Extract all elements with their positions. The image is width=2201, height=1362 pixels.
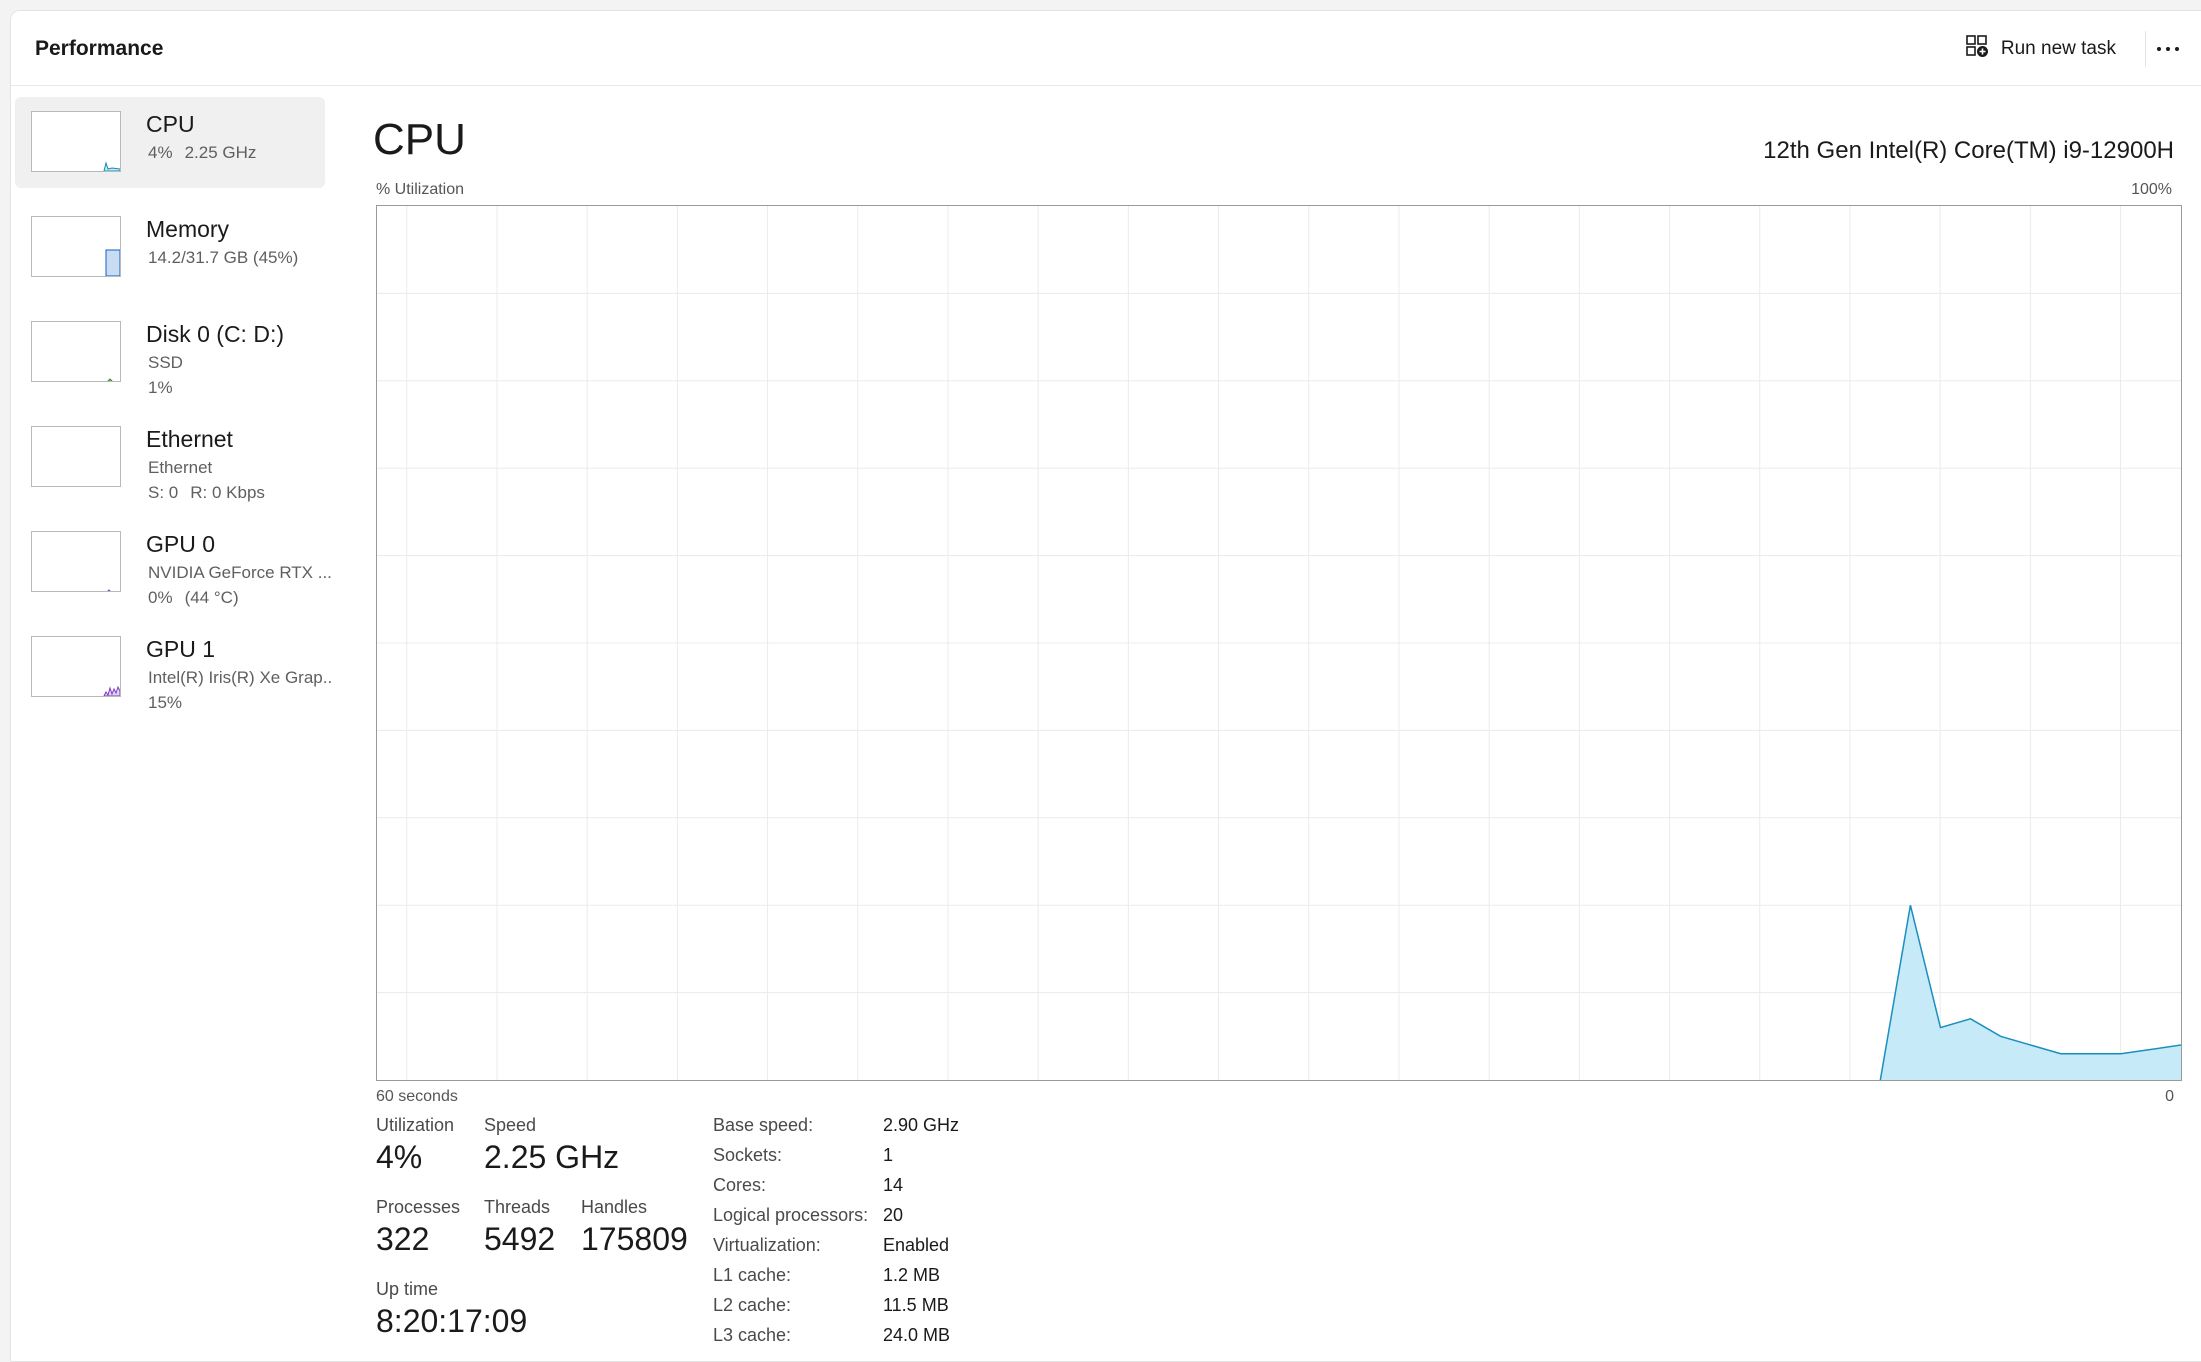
main-title: CPU <box>373 115 466 165</box>
sidebar-item-cpu[interactable]: CPU 4%2.25 GHz <box>15 97 325 188</box>
speed-value: 2.25 GHz <box>484 1139 619 1176</box>
sidebar-item-sub: Ethernet <box>148 458 212 478</box>
cpu-utilization-graph <box>376 205 2182 1081</box>
threads-label: Threads <box>484 1197 550 1218</box>
disk-thumbnail <box>31 321 121 382</box>
sidebar-item-sub2: 15% <box>148 693 182 713</box>
title-bar: Performance Run new task <box>11 11 2201 86</box>
cpu-model-name: 12th Gen Intel(R) Core(TM) i9-12900H <box>1763 137 2174 165</box>
ethernet-thumbnail <box>31 426 121 487</box>
sidebar-item-sub: Intel(R) Iris(R) Xe Grap... <box>148 668 333 688</box>
gpu0-thumbnail <box>31 531 121 592</box>
page-title: Performance <box>35 37 163 61</box>
cpu-thumbnail <box>31 111 121 172</box>
run-task-icon <box>1965 34 1989 64</box>
sidebar-item-sub: SSD <box>148 353 183 373</box>
x-axis-left-label: 60 seconds <box>376 1088 458 1106</box>
sidebar-item-gpu-1[interactable]: GPU 1 Intel(R) Iris(R) Xe Grap... 15% <box>15 622 325 713</box>
more-options-button[interactable] <box>2145 31 2190 67</box>
sidebar-item-sub2: 0%(44 °C) <box>148 588 239 608</box>
utilization-value: 4% <box>376 1139 422 1176</box>
x-axis-right-label: 0 <box>2165 1088 2174 1106</box>
uptime-label: Up time <box>376 1279 438 1300</box>
y-axis-label: % Utilization <box>376 181 464 199</box>
processes-value: 322 <box>376 1221 429 1258</box>
threads-value: 5492 <box>484 1221 555 1258</box>
sidebar-item-label: Memory <box>146 216 229 243</box>
sidebar-item-sub2: 1% <box>148 378 173 398</box>
speed-label: Speed <box>484 1115 536 1136</box>
sidebar-item-sub2: S: 0R: 0 Kbps <box>148 483 265 503</box>
y-axis-max-label: 100% <box>2131 181 2172 199</box>
sidebar-item-label: CPU <box>146 111 195 138</box>
run-new-task-label: Run new task <box>2001 38 2116 60</box>
sidebar-item-disk[interactable]: Disk 0 (C: D:) SSD 1% <box>15 307 325 398</box>
uptime-value: 8:20:17:09 <box>376 1303 527 1340</box>
processes-label: Processes <box>376 1197 460 1218</box>
handles-label: Handles <box>581 1197 647 1218</box>
cpu-detail-panel: CPU 12th Gen Intel(R) Core(TM) i9-12900H… <box>365 85 2201 1361</box>
sidebar-item-label: GPU 1 <box>146 636 215 663</box>
cpu-graph-svg <box>377 206 2181 1080</box>
sidebar-item-ethernet[interactable]: Ethernet Ethernet S: 0R: 0 Kbps <box>15 412 325 503</box>
memory-thumbnail <box>31 216 121 277</box>
sidebar-item-label: Ethernet <box>146 426 233 453</box>
handles-value: 175809 <box>581 1221 688 1258</box>
sidebar-item-sub: 14.2/31.7 GB (45%) <box>148 248 298 268</box>
task-manager-window: Performance Run new task <box>10 10 2201 1362</box>
sidebar-item-label: GPU 0 <box>146 531 215 558</box>
sidebar-item-sub: 4%2.25 GHz <box>148 143 256 163</box>
sidebar-item-sub: NVIDIA GeForce RTX ... <box>148 563 332 583</box>
gpu1-thumbnail <box>31 636 121 697</box>
sidebar-item-label: Disk 0 (C: D:) <box>146 321 284 348</box>
sidebar-item-gpu-0[interactable]: GPU 0 NVIDIA GeForce RTX ... 0%(44 °C) <box>15 517 325 608</box>
sidebar-item-memory[interactable]: Memory 14.2/31.7 GB (45%) <box>15 202 325 293</box>
utilization-label: Utilization <box>376 1115 454 1136</box>
sidebar: CPU 4%2.25 GHz Memory 14.2/31.7 GB (45%)… <box>15 97 325 727</box>
run-new-task-button[interactable]: Run new task <box>1965 31 2116 67</box>
more-options-icon <box>2157 47 2179 51</box>
